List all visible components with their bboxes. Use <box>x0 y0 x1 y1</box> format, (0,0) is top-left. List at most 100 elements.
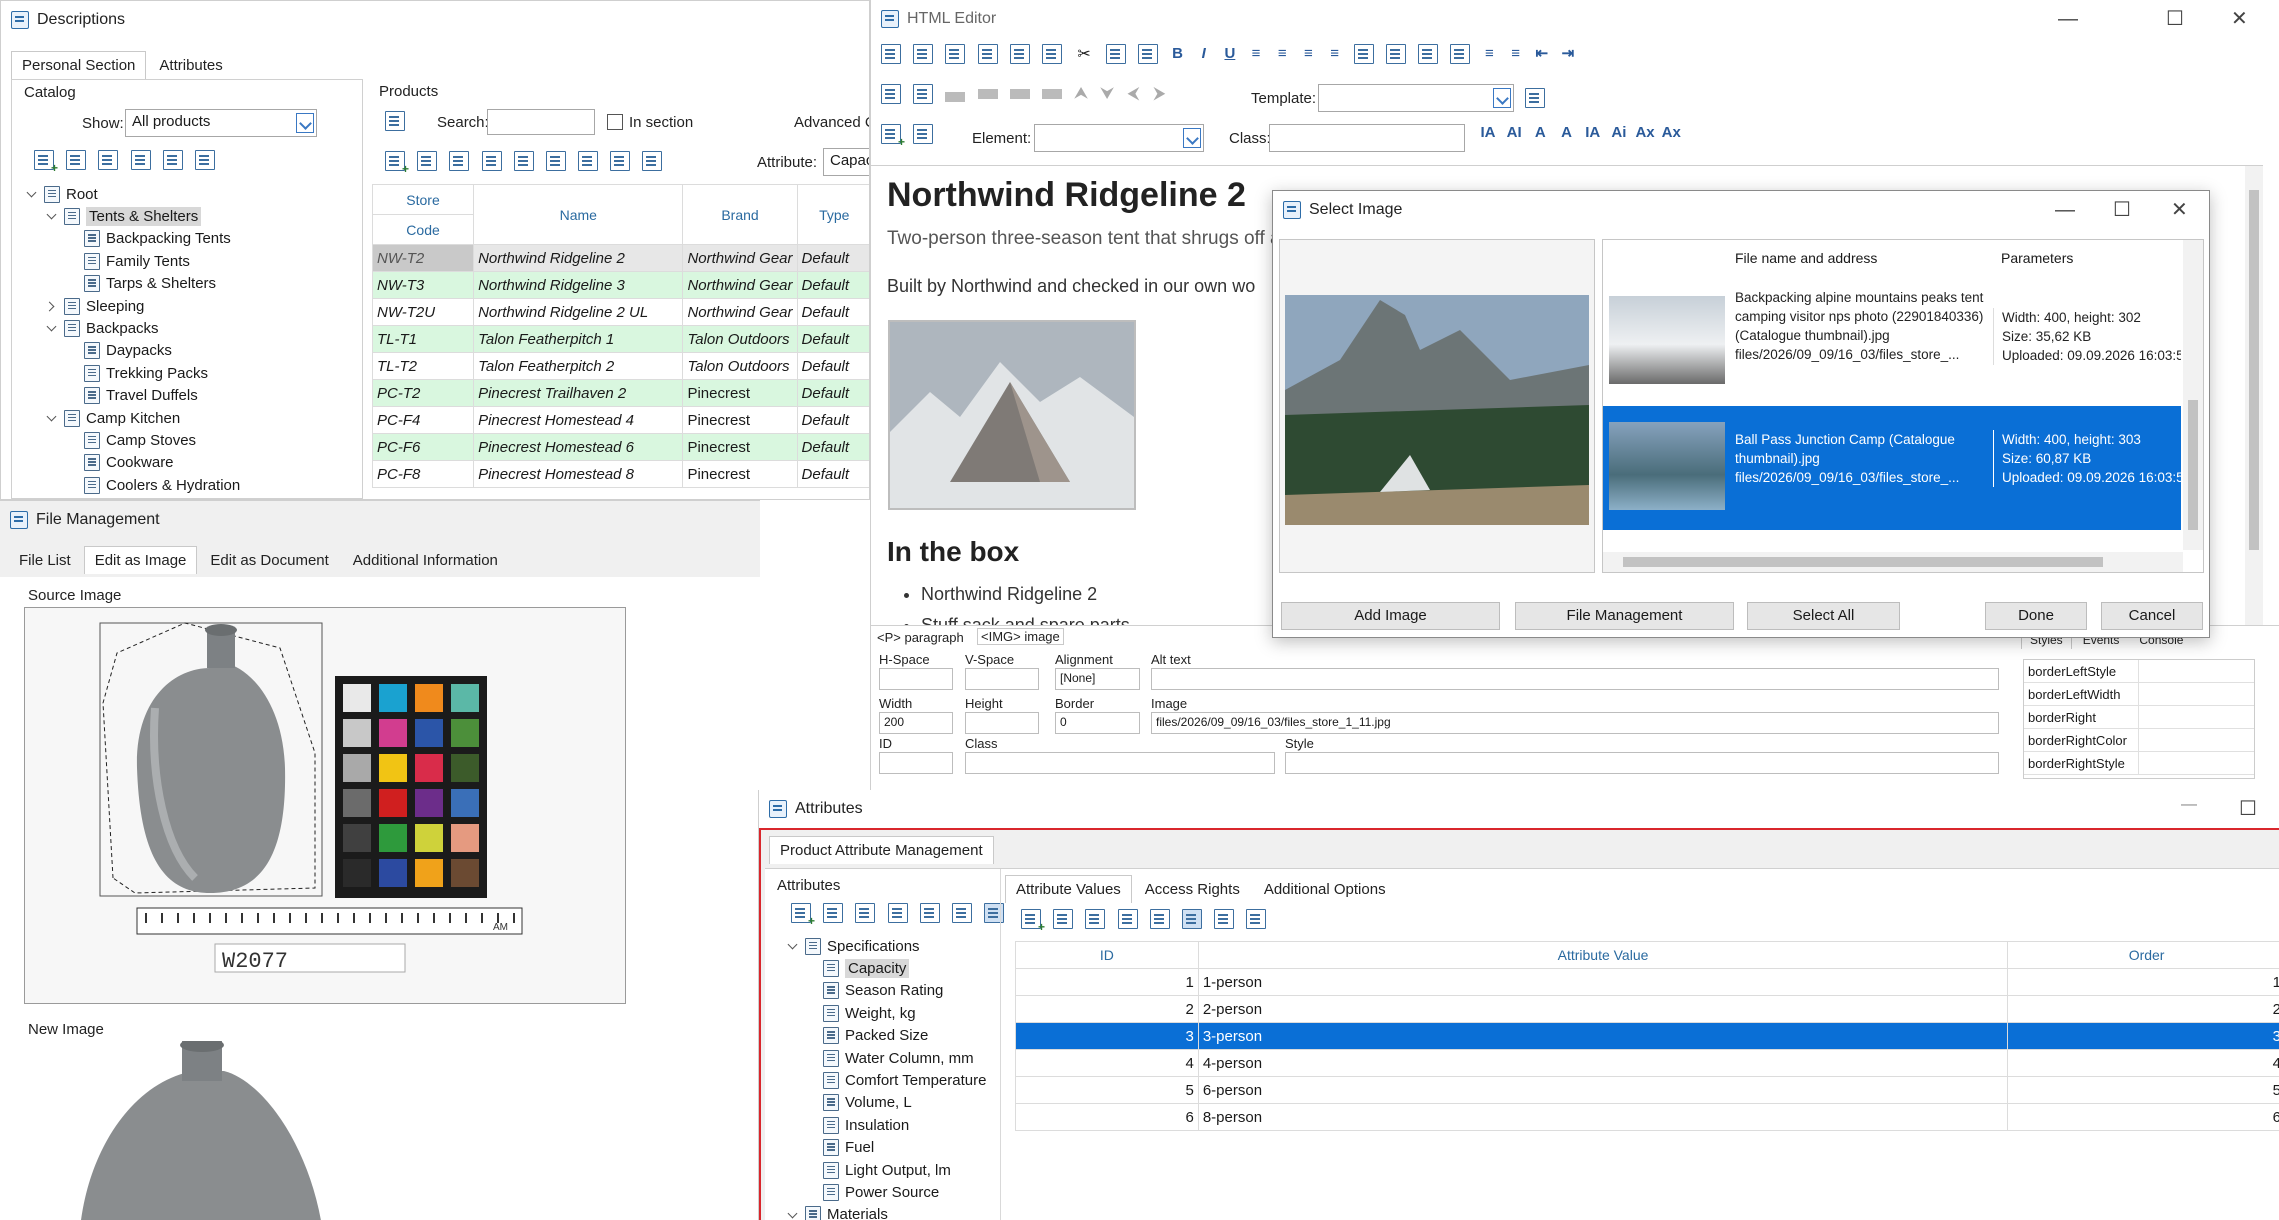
hspace-field[interactable] <box>879 668 953 690</box>
table-row[interactable]: 33-person3 <box>1015 1022 2279 1050</box>
col-params-header[interactable]: Parameters <box>2001 250 2073 266</box>
group-icon[interactable] <box>984 903 1005 923</box>
table-row[interactable]: 22-person2 <box>1015 995 2279 1023</box>
template-select[interactable] <box>1318 84 1514 112</box>
row-icon[interactable] <box>945 91 966 102</box>
add-product-icon[interactable] <box>385 151 409 176</box>
clear-format-icon[interactable]: Ax <box>1634 124 1656 141</box>
tree-node[interactable]: Camp Kitchen <box>46 407 180 429</box>
minimize-icon[interactable]: — <box>2058 8 2078 31</box>
tree-node[interactable]: Comfort Temperature <box>823 1069 986 1091</box>
done-button[interactable]: Done <box>1985 602 2087 630</box>
show-select[interactable]: All products <box>125 109 317 137</box>
highlight-icon[interactable]: A <box>1556 124 1578 141</box>
tab-access-rights[interactable]: Access Rights <box>1134 875 1251 903</box>
move-down-icon[interactable] <box>1149 909 1170 929</box>
expand-toggle-icon[interactable] <box>26 188 38 200</box>
attribute-select[interactable]: Capac <box>823 148 869 176</box>
copy-product-icon[interactable] <box>417 151 438 171</box>
chevron-down-icon[interactable] <box>1493 88 1511 108</box>
table-row[interactable]: NW-T3 Northwind Ridgeline 3 Northwind Gear… <box>371 271 869 299</box>
table-props-icon[interactable] <box>913 84 934 104</box>
col-code[interactable]: Code <box>371 214 475 245</box>
style-prop-row[interactable]: borderRight <box>2024 706 2254 729</box>
tree-node[interactable]: Capacity <box>823 957 910 979</box>
table-row[interactable]: PC-F8 Pinecrest Homestead 8 Pinecrest Defau… <box>371 460 869 488</box>
tree-node[interactable]: Backpacks <box>46 317 159 339</box>
copy-format-icon[interactable] <box>945 44 966 65</box>
image-path-field[interactable]: files/2026/09_09/16_03/files_store_1_11.… <box>1151 712 1999 734</box>
tree-node[interactable]: Tents & Shelters <box>46 205 202 227</box>
align-right-icon[interactable]: ≡ <box>1297 45 1319 62</box>
tree-node[interactable]: Daypacks <box>66 340 172 362</box>
filter-product-icon[interactable] <box>481 151 502 171</box>
template-apply-icon[interactable] <box>1525 88 1545 108</box>
refresh-icon[interactable] <box>513 151 534 171</box>
table-row[interactable]: 44-person4 <box>1015 1049 2279 1077</box>
italic-icon[interactable]: I <box>1193 45 1215 62</box>
tree-node[interactable]: Volume, L <box>823 1092 912 1114</box>
image-value-icon[interactable] <box>1181 909 1202 929</box>
tab-attribute-values[interactable]: Attribute Values <box>1005 875 1132 903</box>
bullet-list-icon[interactable]: ≡ <box>1505 45 1527 62</box>
style-prop-row[interactable]: borderLeftStyle <box>2024 660 2254 683</box>
tree-node[interactable]: Family Tents <box>66 250 190 272</box>
table-row[interactable]: TL-T2 Talon Featherpitch 2 Talon Outdoors D… <box>371 352 869 380</box>
style-prop-value[interactable] <box>2138 729 2254 751</box>
move-down-icon[interactable]: ⮟ <box>1096 85 1118 102</box>
search-product-icon[interactable] <box>449 151 470 171</box>
tab-file-list[interactable]: File List <box>8 546 82 574</box>
font-decrease-icon[interactable]: AI <box>1503 124 1525 141</box>
maximize-icon[interactable]: ☐ <box>2113 197 2131 222</box>
tree-node[interactable]: Season Rating <box>823 980 943 1002</box>
height-field[interactable] <box>965 712 1039 734</box>
editor-scrollbar[interactable] <box>2245 166 2263 626</box>
id-field[interactable] <box>879 752 953 774</box>
tab-edit-as-document[interactable]: Edit as Document <box>199 546 339 574</box>
table-row[interactable]: NW-T2U Northwind Ridgeline 2 UL Northwind … <box>371 298 869 326</box>
superscript-icon[interactable]: IA <box>1582 124 1604 141</box>
bold-icon[interactable]: B <box>1167 45 1189 62</box>
style-field[interactable] <box>1285 752 1999 774</box>
width-field[interactable]: 200 <box>879 712 953 734</box>
justify-icon[interactable]: ≡ <box>1324 45 1346 62</box>
hscroll-thumb[interactable] <box>1623 557 2103 567</box>
tab-attributes[interactable]: Attributes <box>148 51 233 79</box>
search-value-icon[interactable] <box>1053 909 1074 929</box>
move-category-icon[interactable] <box>98 150 119 170</box>
style-prop-value[interactable] <box>2138 660 2254 682</box>
indent-icon[interactable]: ⇥ <box>1557 44 1579 62</box>
expand-toggle-icon[interactable] <box>46 210 58 222</box>
tree-node[interactable]: Insulation <box>823 1114 909 1136</box>
vspace-field[interactable] <box>965 668 1039 690</box>
paste-text-icon[interactable] <box>1138 44 1159 65</box>
cut-icon[interactable]: ✂ <box>1074 44 1094 64</box>
expand-toggle-icon[interactable] <box>46 412 58 424</box>
expand-toggle-icon[interactable] <box>787 1209 799 1220</box>
col-store[interactable]: Store <box>371 184 475 215</box>
select-all-button[interactable]: Select All <box>1747 602 1900 630</box>
delete-attribute-icon[interactable] <box>887 903 908 923</box>
copy-icon[interactable] <box>1041 44 1062 65</box>
outdent-icon[interactable]: ⇤ <box>1531 44 1553 62</box>
alt-text-field[interactable] <box>1151 668 1999 690</box>
close-icon[interactable]: ✕ <box>2171 197 2188 222</box>
tree-node[interactable]: Materials <box>787 1204 888 1220</box>
insert-file-icon[interactable] <box>1385 44 1406 65</box>
tree-node[interactable]: Tarps & Shelters <box>66 273 216 295</box>
col-id[interactable]: ID <box>1015 941 1199 969</box>
table-row[interactable]: 56-person5 <box>1015 1076 2279 1104</box>
sort-down-icon[interactable] <box>951 903 972 923</box>
tree-node[interactable]: Specifications <box>787 935 920 957</box>
sort-down-icon[interactable] <box>194 150 215 170</box>
col-attribute-value[interactable]: Attribute Value <box>1197 941 2009 969</box>
chevron-down-icon[interactable] <box>1183 128 1201 148</box>
export-icon[interactable] <box>610 151 631 171</box>
table-icon[interactable] <box>881 84 901 104</box>
image-row[interactable]: Backpacking alpine mountains peaks tent … <box>1603 280 2181 404</box>
product-settings-icon[interactable] <box>385 111 405 131</box>
import-icon[interactable] <box>642 151 663 171</box>
insert-page-icon[interactable] <box>1353 44 1374 65</box>
save-icon[interactable] <box>881 44 901 65</box>
list-scrollbar[interactable] <box>2183 240 2203 550</box>
